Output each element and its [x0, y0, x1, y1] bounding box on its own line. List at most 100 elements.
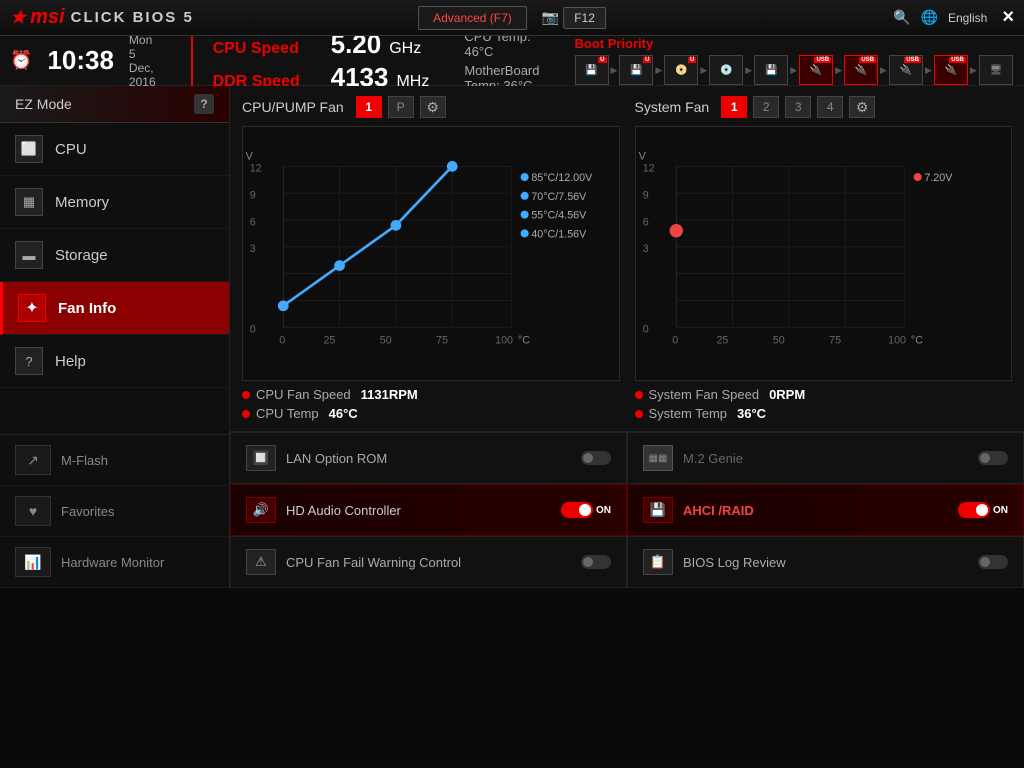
svg-text:6: 6 [250, 216, 256, 228]
favorites-icon: ♥ [15, 496, 51, 526]
ahci-label: AHCI /RAID [683, 503, 948, 518]
svg-text:85°C/12.00V: 85°C/12.00V [531, 172, 593, 184]
click-bios-title: CLICK BIOS 5 [71, 9, 194, 26]
sys-fan-svg: 12 9 6 3 0 V 0 25 50 75 100 °C [636, 127, 1012, 380]
msi-logo: ★ msi [10, 6, 65, 29]
top-bar-center: Advanced (F7) 📷 F12 [418, 6, 606, 30]
svg-text:3: 3 [642, 243, 648, 255]
boot-device-10[interactable]: 🖥 [979, 55, 1013, 85]
sidebar-item-memory[interactable]: ▦ Memory [0, 176, 229, 229]
m2-label: M.2 Genie [683, 451, 968, 466]
svg-text:55°C/4.56V: 55°C/4.56V [531, 210, 587, 222]
close-button[interactable]: × [1002, 6, 1014, 29]
svg-text:6: 6 [642, 216, 648, 228]
cpu-fan-btn-p[interactable]: P [388, 96, 414, 118]
date-display: Mon 5 Dec, 2016 [129, 33, 156, 89]
cpu-fan-gear-btn[interactable]: ⚙ [420, 96, 446, 118]
boot-priority-label: Boot Priority [575, 36, 1013, 51]
cpu-fan-section: CPU/PUMP Fan 1 P ⚙ [242, 96, 620, 421]
system-fan-title: System Fan [635, 99, 710, 115]
sidebar-item-favorites[interactable]: ♥ Favorites [0, 486, 229, 537]
m2-genie-btn[interactable]: ▦▦ M.2 Genie [627, 432, 1024, 484]
sys-fan-btn-1[interactable]: 1 [721, 96, 747, 118]
boot-device-8[interactable]: 🔌 USB [889, 55, 923, 85]
cpu-speed-unit: GHz [389, 40, 421, 58]
memory-icon: ▦ [15, 188, 43, 216]
fan-icon: ✦ [18, 294, 46, 322]
advanced-button[interactable]: Advanced (F7) [418, 6, 527, 30]
svg-text:0: 0 [250, 324, 256, 336]
svg-text:9: 9 [642, 190, 648, 202]
boot-device-3[interactable]: 📀 U [664, 55, 698, 85]
svg-text:75: 75 [829, 334, 841, 346]
svg-text:12: 12 [250, 163, 262, 175]
svg-text:100: 100 [888, 334, 906, 346]
f12-button[interactable]: F12 [563, 7, 606, 29]
audio-toggle[interactable]: ON [561, 502, 611, 518]
storage-sidebar-label: Storage [55, 247, 108, 264]
hd-audio-btn[interactable]: 🔊 HD Audio Controller ON [230, 484, 627, 536]
m-flash-label: M-Flash [61, 453, 108, 468]
svg-text:7.20V: 7.20V [924, 172, 953, 184]
cpu-fan-speed-label: CPU Fan Speed [256, 387, 351, 402]
sys-fan-gear-btn[interactable]: ⚙ [849, 96, 875, 118]
sys-fan-btn-3[interactable]: 3 [785, 96, 811, 118]
cpu-temp-dot [242, 410, 250, 418]
lan-label: LAN Option ROM [286, 451, 571, 466]
svg-text:0: 0 [672, 334, 678, 346]
top-bar: ★ msi CLICK BIOS 5 Advanced (F7) 📷 F12 🔍… [0, 0, 1024, 36]
help-sidebar-label: Help [55, 353, 86, 370]
fail-toggle[interactable] [581, 555, 611, 569]
svg-text:9: 9 [250, 190, 256, 202]
fan-area: CPU/PUMP Fan 1 P ⚙ [230, 86, 1024, 431]
ahci-raid-btn[interactable]: 💾 AHCI /RAID ON [627, 484, 1024, 536]
audio-icon: 🔊 [246, 497, 276, 523]
hardware-monitor-icon: 📊 [15, 547, 51, 577]
sys-temp-dot [635, 410, 643, 418]
boot-device-6[interactable]: 🔌 USB [799, 55, 833, 85]
cpu-fan-chart: 12 9 6 3 0 V 0 25 50 75 100 °C [242, 126, 620, 381]
boot-device-2[interactable]: 💾 U [619, 55, 653, 85]
cpu-fan-fail-btn[interactable]: ⚠ CPU Fan Fail Warning Control [230, 536, 627, 588]
language-label[interactable]: English [948, 11, 987, 25]
sidebar-item-hardware-monitor[interactable]: 📊 Hardware Monitor [0, 537, 229, 588]
sidebar-item-m-flash[interactable]: ↗ M-Flash [0, 435, 229, 486]
sys-fan-btn-2[interactable]: 2 [753, 96, 779, 118]
m2-icon: ▦▦ [643, 445, 673, 471]
fan-info-sidebar-label: Fan Info [58, 300, 116, 317]
cpu-sidebar-label: CPU [55, 141, 87, 158]
sidebar-item-help[interactable]: ? Help [0, 335, 229, 388]
cpu-fan-btn-1[interactable]: 1 [356, 96, 382, 118]
ahci-toggle[interactable]: ON [958, 502, 1008, 518]
boot-device-4[interactable]: 💿 [709, 55, 743, 85]
search-icon[interactable]: 🔍 [893, 9, 910, 26]
lan-toggle[interactable] [581, 451, 611, 465]
boot-device-1[interactable]: 💾 U [575, 55, 609, 85]
sidebar-item-storage[interactable]: ▬ Storage [0, 229, 229, 282]
second-bar: ⏰ 10:38 Mon 5 Dec, 2016 CPU Speed 5.20 G… [0, 36, 1024, 86]
lan-option-rom-btn[interactable]: 🔲 LAN Option ROM [230, 432, 627, 484]
cpu-fan-svg: 12 9 6 3 0 V 0 25 50 75 100 °C [243, 127, 619, 380]
cpu-fail-label: CPU Fan Fail Warning Control [286, 555, 571, 570]
svg-text:25: 25 [716, 334, 728, 346]
m2-toggle[interactable] [978, 451, 1008, 465]
svg-text:0: 0 [642, 324, 648, 336]
ahci-icon: 💾 [643, 497, 673, 523]
sidebar-bottom: ↗ M-Flash ♥ Favorites 📊 Hardware Monitor [0, 434, 229, 588]
sidebar-item-cpu[interactable]: ⬜ CPU [0, 123, 229, 176]
svg-text:100: 100 [495, 334, 513, 346]
svg-text:°C: °C [910, 334, 922, 346]
cpu-pump-fan-title: CPU/PUMP Fan [242, 99, 344, 115]
bios-log-toggle[interactable] [978, 555, 1008, 569]
bios-log-btn[interactable]: 📋 BIOS Log Review [627, 536, 1024, 588]
boot-device-7[interactable]: 🔌 USB [844, 55, 878, 85]
bios-log-icon: 📋 [643, 549, 673, 575]
sidebar-item-fan-info[interactable]: ✦ Fan Info [0, 282, 229, 335]
boot-device-5[interactable]: 💾 [754, 55, 788, 85]
svg-text:50: 50 [380, 334, 392, 346]
sys-fan-btn-4[interactable]: 4 [817, 96, 843, 118]
cpu-fan-speed-dot [242, 391, 250, 399]
boot-device-9[interactable]: 🔌 USB [934, 55, 968, 85]
sys-fan-speed-value: 0RPM [769, 387, 805, 402]
question-icon[interactable]: ? [194, 94, 214, 114]
